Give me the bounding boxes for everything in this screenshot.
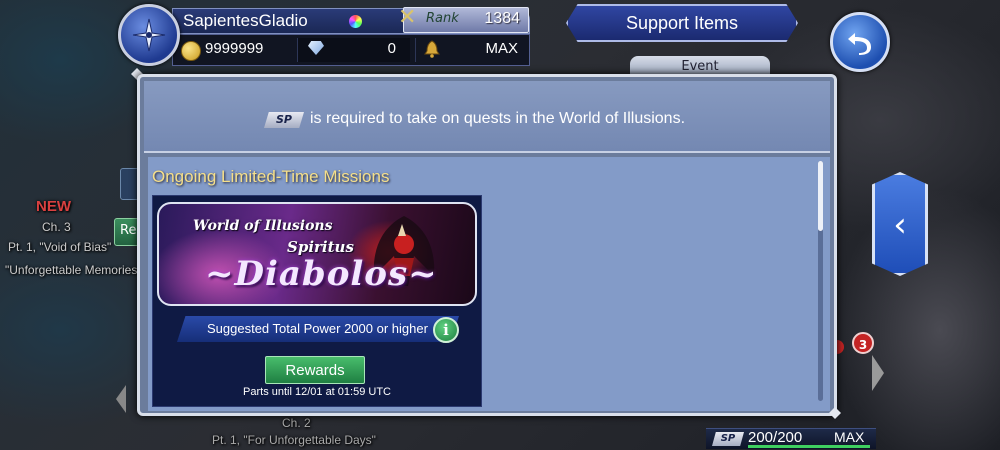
rank-label: Rank xyxy=(426,11,459,26)
rank-display: ✕ Rank 1384 xyxy=(398,5,529,33)
sp-badge-icon: SP xyxy=(264,112,304,128)
support-items-button[interactable]: Support Items xyxy=(566,4,798,42)
gil-counter: 9999999 xyxy=(181,38,291,62)
currency-bar: 9999999 0 MAX xyxy=(172,34,530,66)
sp-badge-icon: SP xyxy=(712,432,744,446)
dialog-header: SP is required to take on quests in the … xyxy=(144,81,830,153)
rewards-button[interactable]: Rewards xyxy=(265,356,365,384)
chevron-left-icon: ‹ xyxy=(893,205,907,245)
section-title: Ongoing Limited-Time Missions xyxy=(152,167,390,186)
gem-value: 0 xyxy=(387,40,396,57)
stamina-value: MAX xyxy=(485,40,518,57)
map-left-arrow-icon[interactable] xyxy=(116,385,126,413)
banner-title: ~Diabolos~ xyxy=(205,254,438,294)
map-new-label: NEW xyxy=(36,198,71,215)
sp-max-label: MAX xyxy=(834,429,865,445)
gem-icon xyxy=(308,41,324,55)
map-subtitle-label: "Unforgettable Memories xyxy=(5,263,138,277)
mission-card[interactable]: World of Illusions Spiritus ~Diabolos~ S… xyxy=(152,195,482,407)
suggested-power-bar: Suggested Total Power 2000 or higher xyxy=(177,316,459,342)
gem-counter[interactable]: 0 xyxy=(297,38,410,62)
banner-line1: World of Illusions xyxy=(193,218,333,234)
map-event-tab[interactable]: Event xyxy=(630,56,770,76)
gil-coin-icon xyxy=(181,41,201,61)
sp-value: 200/200 xyxy=(748,429,803,446)
dialog-scrollbar[interactable] xyxy=(818,161,823,401)
side-menu-toggle-button[interactable]: ‹ xyxy=(872,172,928,276)
stamina-counter[interactable]: MAX xyxy=(415,38,524,62)
rank-value: 1384 xyxy=(484,10,520,27)
scroll-thumb[interactable] xyxy=(818,161,823,231)
prism-gem-icon xyxy=(349,15,362,28)
return-arrow-icon xyxy=(848,33,871,55)
sp-gauge-bar xyxy=(748,445,870,448)
event-end-time: Parts until 12/01 at 01:59 UTC xyxy=(243,386,391,398)
quest-requirements-dialog: SP is required to take on quests in the … xyxy=(137,74,837,416)
player-avatar[interactable] xyxy=(118,4,180,66)
suggested-power-text: Suggested Total Power 2000 or higher xyxy=(207,321,428,336)
rank-crest-icon: ✕ xyxy=(398,5,417,30)
gil-value: 9999999 xyxy=(205,40,264,57)
map-right-arrow-icon[interactable] xyxy=(872,355,884,391)
sp-gauge-panel: SP 200/200 MAX xyxy=(706,428,876,449)
map-notification-badge: 3 xyxy=(852,332,874,354)
event-banner[interactable]: World of Illusions Spiritus ~Diabolos~ xyxy=(157,202,477,306)
bell-icon xyxy=(424,40,440,58)
player-name: SapientesGladio xyxy=(183,11,308,30)
crest-icon xyxy=(132,18,166,52)
player-status-panel: SapientesGladio ✕ Rank 1384 9999999 0 MA… xyxy=(118,4,530,66)
map-chapter-label: Ch. 3 xyxy=(42,220,71,234)
map-part-label: Pt. 1, "Void of Bias" xyxy=(8,240,112,254)
map-chapter2-label: Ch. 2 xyxy=(282,416,311,430)
info-icon[interactable]: i xyxy=(433,317,459,343)
player-name-bar: SapientesGladio ✕ Rank 1384 xyxy=(172,5,530,34)
back-button[interactable] xyxy=(830,12,890,72)
sp-requirement-message: is required to take on quests in the Wor… xyxy=(310,110,686,127)
map-part2-label: Pt. 1, "For Unforgettable Days" xyxy=(212,433,376,447)
sp-gauge-fill xyxy=(748,445,870,448)
